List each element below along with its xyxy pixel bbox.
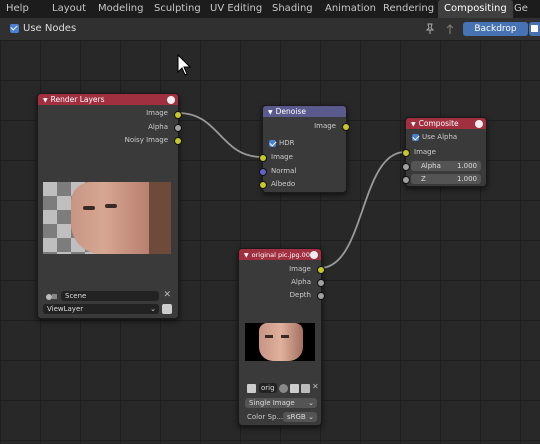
shield-icon[interactable] (279, 384, 288, 393)
tab-layout[interactable]: Layout (52, 0, 86, 18)
image-output-depth-label: Depth (289, 291, 311, 299)
socket-composite-image-in[interactable] (402, 149, 410, 157)
image-node-header[interactable]: ▼ original pic.jpg.001 (239, 249, 321, 260)
output-alpha-label: Alpha (148, 123, 168, 131)
collapse-arrow-icon[interactable]: ▼ (244, 252, 249, 259)
render-icon[interactable] (167, 95, 175, 104)
hdr-label: HDR (279, 139, 295, 147)
image-node[interactable]: ▼ original pic.jpg.001 Image Alpha Depth … (238, 248, 325, 426)
tab-rendering[interactable]: Rendering (383, 0, 434, 18)
source-label: Single Image (249, 399, 295, 407)
socket-image-out[interactable] (174, 111, 182, 119)
use-nodes-checkbox[interactable] (10, 24, 19, 33)
use-nodes-label: Use Nodes (23, 23, 77, 34)
socket-noisy-image-out[interactable] (174, 137, 182, 145)
view-layer-label: ViewLayer (47, 305, 84, 313)
socket-image-node-alpha-out[interactable] (317, 279, 325, 287)
scene-row: Scene ✕ (43, 290, 173, 302)
view-layer-dropdown[interactable]: ViewLayer ⌄ (43, 304, 159, 314)
denoise-header[interactable]: ▼ Denoise (263, 106, 346, 117)
composite-title: Composite (418, 119, 459, 128)
source-dropdown[interactable]: Single Image ⌄ (245, 398, 317, 408)
use-alpha-checkbox[interactable] (412, 134, 419, 141)
color-space-dropdown[interactable]: sRGB ⌄ (283, 412, 317, 422)
z-value-field[interactable]: Z 1.000 (411, 174, 481, 184)
z-field-label: Z (421, 175, 426, 183)
hdr-checkbox[interactable] (269, 140, 276, 147)
denoise-input-image-label: Image (271, 153, 293, 161)
tab-animation[interactable]: Animation (325, 0, 376, 18)
socket-alpha-out[interactable] (174, 124, 182, 132)
chevron-down-icon: ⌄ (150, 305, 156, 313)
output-image-label: Image (146, 109, 168, 117)
tab-modeling[interactable]: Modeling (98, 0, 144, 18)
render-layers-node[interactable]: ▼ Render Layers Image Alpha Noisy Image S… (37, 93, 182, 319)
composite-input-image-label: Image (414, 148, 436, 156)
denoise-title: Denoise (275, 107, 306, 116)
alpha-field-value: 1.000 (456, 162, 477, 170)
tab-uv-editing[interactable]: UV Editing (210, 0, 262, 18)
image-output-alpha-label: Alpha (291, 278, 311, 286)
collapse-arrow-icon[interactable]: ▼ (268, 109, 273, 116)
z-field-value: 1.000 (456, 175, 477, 183)
render-layers-header[interactable]: ▼ Render Layers (38, 94, 178, 105)
color-space-label: Color Sp... (247, 413, 284, 421)
tab-compositing[interactable]: Compositing (438, 0, 513, 18)
color-space-value: sRGB (287, 413, 306, 421)
composite-node[interactable]: ▼ Composite Use Alpha Image Alpha 1.000 Z… (402, 117, 487, 187)
chevron-down-icon: ⌄ (308, 399, 314, 407)
tab-sculpting[interactable]: Sculpting (154, 0, 201, 18)
scene-icon[interactable] (45, 291, 59, 301)
denoise-input-albedo-label: Albedo (271, 180, 296, 188)
socket-composite-alpha-in[interactable] (402, 163, 410, 171)
help-menu[interactable]: Help (6, 0, 29, 18)
tab-shading[interactable]: Shading (272, 0, 313, 18)
editor-header: Use Nodes Backdrop (0, 18, 540, 41)
render-layer-icon[interactable] (162, 304, 172, 314)
image-name-field[interactable]: orig (259, 383, 277, 393)
denoise-input-normal-label: Normal (271, 167, 297, 175)
folder-icon[interactable] (301, 384, 310, 393)
alpha-field-label: Alpha (421, 162, 441, 170)
image-datablock-row: orig ✕ (245, 382, 319, 394)
socket-denoise-image-out[interactable] (342, 123, 350, 131)
collapse-arrow-icon[interactable]: ▼ (411, 121, 416, 128)
socket-denoise-albedo-in[interactable] (259, 181, 267, 189)
pin-icon[interactable] (424, 23, 436, 35)
socket-composite-z-in[interactable] (402, 176, 410, 184)
denoise-output-image-label: Image (314, 122, 336, 130)
denoise-node[interactable]: ▼ Denoise Image HDR Image Normal Albedo (259, 105, 350, 193)
socket-image-node-image-out[interactable] (317, 266, 325, 274)
scene-field[interactable]: Scene (61, 291, 159, 301)
collapse-arrow-icon[interactable]: ▼ (43, 97, 48, 104)
image-icon[interactable] (310, 250, 318, 259)
image-output-image-label: Image (289, 265, 311, 273)
use-alpha-label: Use Alpha (422, 133, 458, 141)
close-icon[interactable]: ✕ (312, 382, 319, 391)
chevron-down-icon: ⌄ (308, 413, 314, 421)
socket-denoise-image-in[interactable] (259, 154, 267, 162)
top-menu-bar: Help Layout Modeling Sculpting UV Editin… (0, 0, 540, 18)
tab-geometry-nodes[interactable]: Ge (514, 0, 528, 18)
socket-image-node-depth-out[interactable] (317, 292, 325, 300)
composite-header[interactable]: ▼ Composite (406, 118, 486, 129)
socket-denoise-normal-in[interactable] (259, 168, 267, 176)
render-layers-title: Render Layers (50, 95, 105, 104)
parent-node-tree-icon[interactable] (444, 23, 456, 35)
image-preview (245, 323, 315, 361)
close-icon[interactable]: ✕ (163, 290, 171, 300)
duplicate-icon[interactable] (290, 384, 299, 393)
image-node-title: original pic.jpg.001 (251, 251, 315, 259)
backdrop-channel-icon[interactable] (529, 22, 540, 36)
image-type-icon[interactable] (247, 384, 256, 393)
backdrop-button[interactable]: Backdrop (463, 22, 528, 36)
mouse-cursor-icon (177, 54, 192, 76)
alpha-value-field[interactable]: Alpha 1.000 (411, 161, 481, 171)
render-preview-image (43, 182, 171, 254)
output-noisy-image-label: Noisy Image (124, 136, 168, 144)
render-icon[interactable] (475, 119, 483, 128)
